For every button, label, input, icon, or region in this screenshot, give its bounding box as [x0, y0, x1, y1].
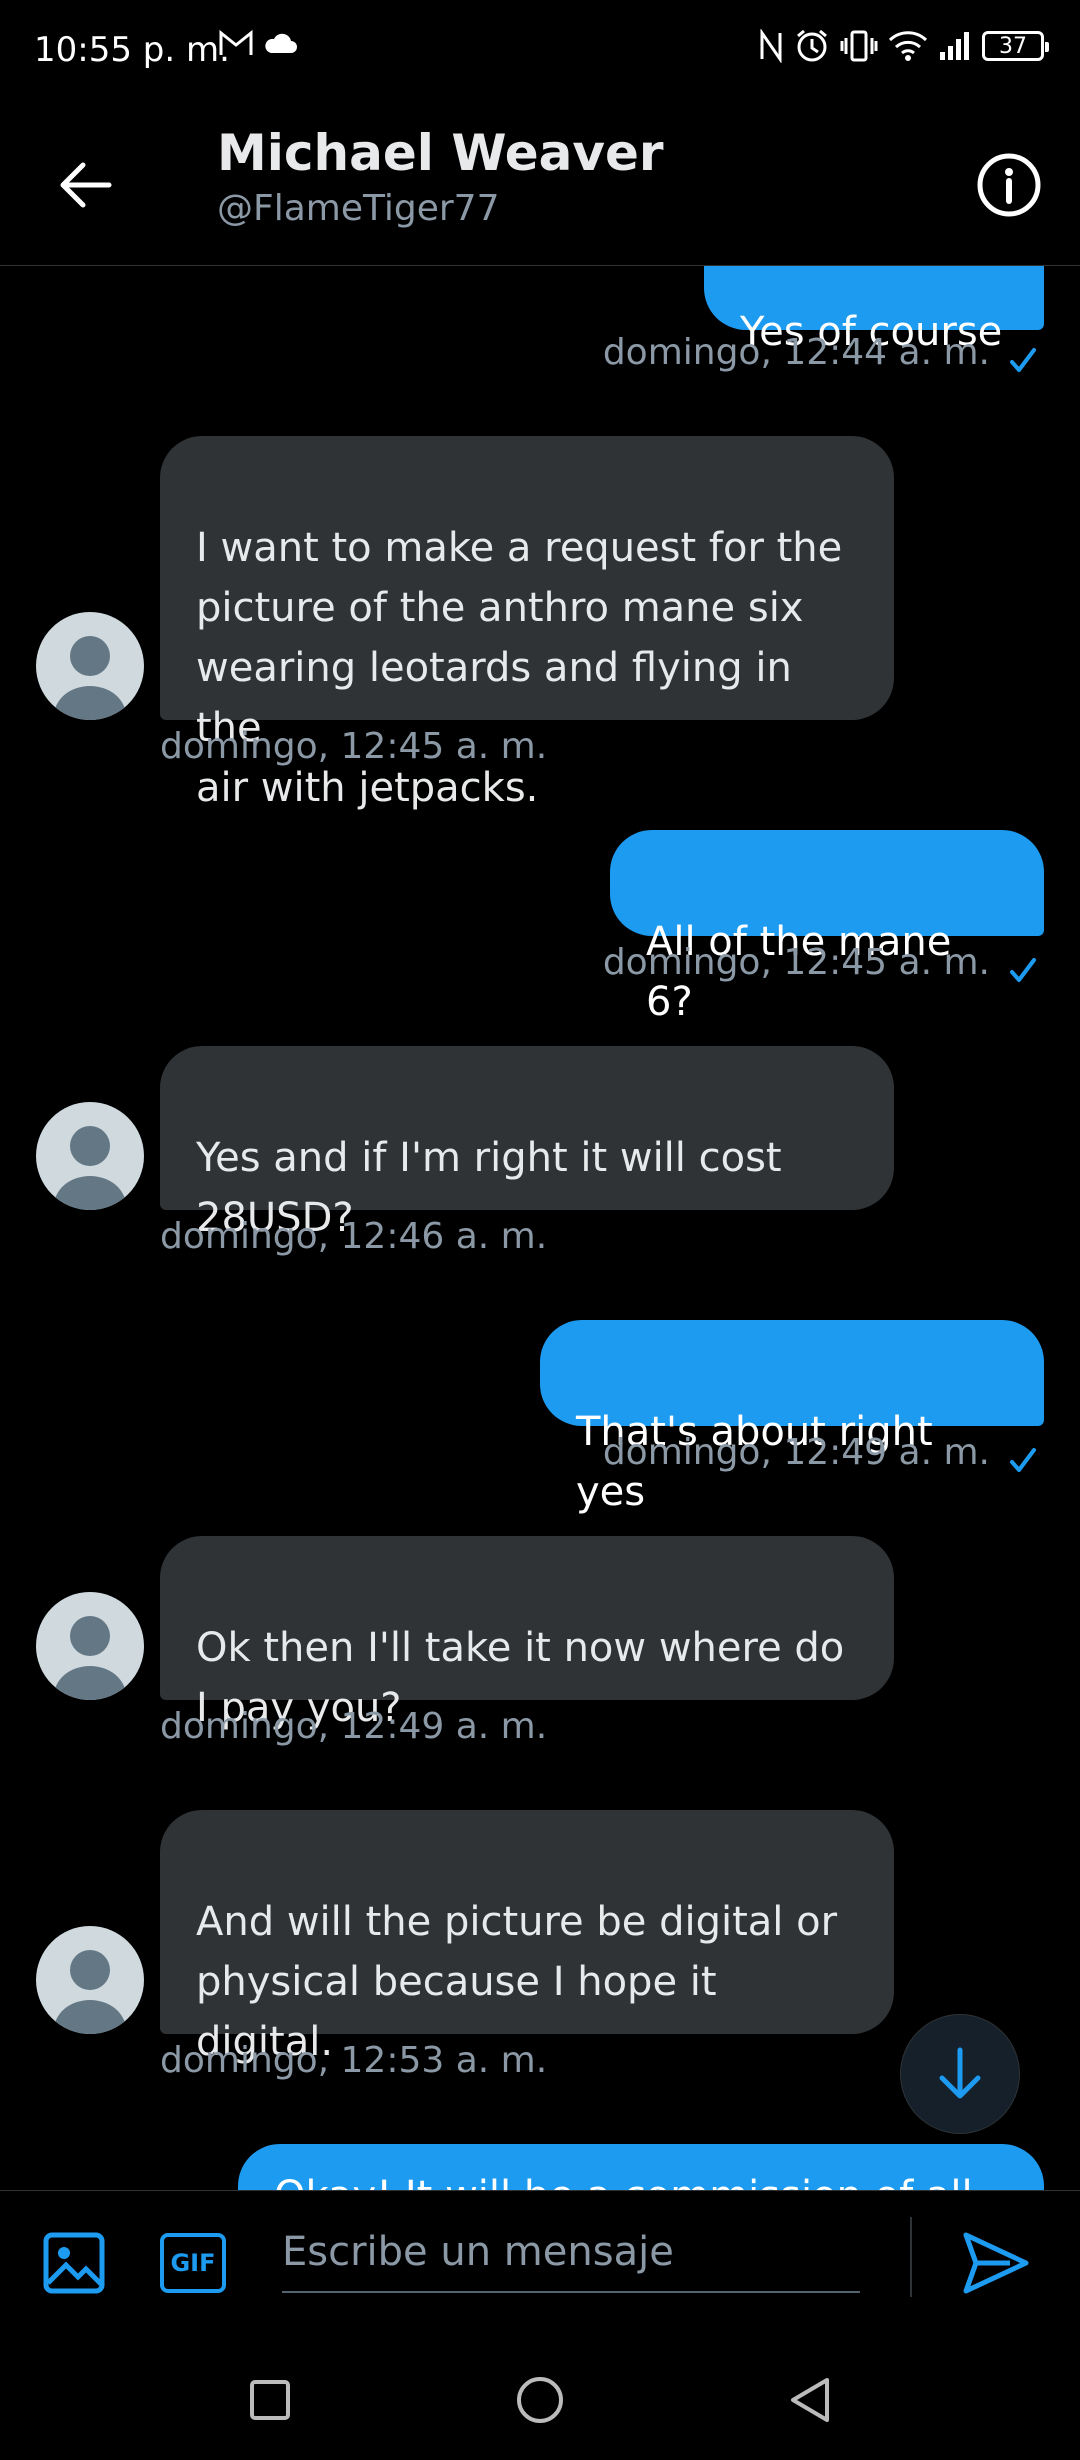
status-bar: 10:55 p. m. 37 — [0, 0, 1080, 100]
signal-icon — [940, 32, 969, 60]
message-list[interactable]: Yes of course domingo, 12:44 a. m. I wan… — [0, 266, 1080, 2190]
circle-icon — [517, 2377, 563, 2423]
gmail-icon — [219, 29, 253, 55]
status-time: 10:55 p. m. — [34, 30, 230, 70]
avatar[interactable] — [36, 1102, 144, 1210]
alarm-icon — [797, 29, 827, 62]
conversation-info-button[interactable] — [974, 150, 1044, 220]
recents-button[interactable] — [240, 2370, 300, 2430]
dm-conversation-screen: 10:55 p. m. 37 Michael Weaver @FlameTige… — [0, 0, 1080, 2460]
vibrate-icon — [840, 30, 878, 62]
received-message[interactable]: Ok then I'll take it now where do I pay … — [160, 1536, 894, 1731]
conversation-header: Michael Weaver @FlameTiger77 — [0, 100, 1080, 266]
triangle-back-icon — [791, 2378, 829, 2422]
received-message[interactable]: Yes and if I'm right it will cost 28USD? — [160, 1046, 894, 1241]
system-navigation-bar — [0, 2340, 1080, 2460]
default-avatar-icon — [54, 636, 126, 720]
add-photo-button[interactable] — [42, 2231, 106, 2295]
scroll-to-bottom-button[interactable] — [900, 2014, 1020, 2134]
sent-message[interactable]: Yes of course — [704, 266, 1044, 355]
received-message[interactable]: I want to make a request for the picture… — [160, 436, 894, 811]
message-timestamp: domingo, 12:45 a. m. — [602, 942, 990, 983]
arrow-down-icon — [939, 2047, 981, 2099]
contact-name[interactable]: Michael Weaver — [217, 124, 664, 182]
read-check-icon — [1010, 958, 1036, 982]
nfc-icon — [760, 29, 782, 63]
avatar[interactable] — [36, 612, 144, 720]
message-text: I want to make a request for the picture… — [196, 525, 843, 811]
square-icon — [250, 2380, 290, 2420]
image-icon — [43, 2232, 105, 2294]
avatar[interactable] — [36, 1592, 144, 1700]
info-icon — [977, 153, 1041, 217]
read-check-icon — [1010, 348, 1036, 372]
sent-message[interactable]: Okay! It will be a commission of all — [238, 2144, 1044, 2190]
cloud-icon — [265, 33, 297, 53]
message-timestamp: domingo, 12:45 a. m. — [160, 726, 548, 767]
composer-divider — [910, 2217, 912, 2297]
message-timestamp: domingo, 12:53 a. m. — [160, 2040, 548, 2081]
message-timestamp: domingo, 12:49 a. m. — [602, 1432, 990, 1473]
message-composer: GIF — [0, 2190, 1080, 2340]
sent-message[interactable]: All of the mane 6? — [610, 830, 1044, 1025]
send-icon — [963, 2232, 1029, 2294]
read-check-icon — [1010, 1448, 1036, 1472]
wifi-icon — [888, 31, 928, 61]
battery-icon: 37 — [982, 31, 1049, 61]
gif-button[interactable]: GIF — [160, 2233, 226, 2293]
send-button[interactable] — [960, 2227, 1032, 2299]
received-message[interactable]: And will the picture be digital or physi… — [160, 1810, 894, 2065]
back-nav-button[interactable] — [780, 2370, 840, 2430]
message-input[interactable] — [282, 2213, 860, 2293]
default-avatar-icon — [54, 1950, 126, 2034]
battery-level: 37 — [999, 33, 1027, 59]
home-button[interactable] — [510, 2370, 570, 2430]
message-text: Okay! It will be a commission of all — [274, 2173, 973, 2190]
sent-message[interactable]: That's about right yes — [540, 1320, 1044, 1515]
message-timestamp: domingo, 12:46 a. m. — [160, 1216, 548, 1257]
avatar[interactable] — [36, 1926, 144, 2034]
contact-handle: @FlameTiger77 — [217, 188, 500, 229]
message-timestamp: domingo, 12:49 a. m. — [160, 1706, 548, 1747]
message-timestamp: domingo, 12:44 a. m. — [602, 332, 990, 373]
default-avatar-icon — [54, 1616, 126, 1700]
default-avatar-icon — [54, 1126, 126, 1210]
arrow-left-icon — [60, 162, 112, 208]
back-button[interactable] — [50, 150, 120, 220]
